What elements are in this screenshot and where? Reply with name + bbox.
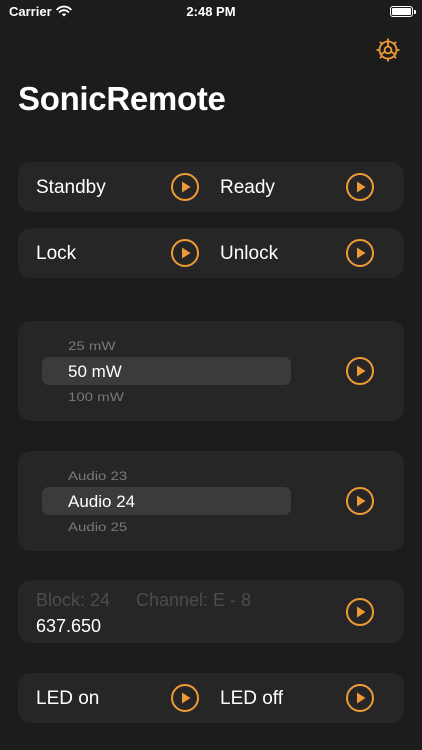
channel-label: Channel: E - 8	[136, 590, 252, 610]
standby-ready-card: Standby Ready	[18, 162, 404, 212]
frequency-value: 637.650	[36, 616, 102, 636]
unlock-play-button[interactable]	[345, 238, 375, 268]
led-off-play-button[interactable]	[345, 683, 375, 713]
power-picker[interactable]: 25 mW 50 mW 100 mW	[18, 321, 318, 421]
play-circle-icon	[346, 173, 374, 201]
block-label: Block: 24	[36, 590, 111, 610]
power-picker-card: 25 mW 50 mW 100 mW	[18, 321, 404, 421]
picker-item-prev[interactable]: Audio 23	[68, 470, 127, 484]
led-off-label: LED off	[220, 688, 284, 709]
unlock-label: Unlock	[220, 243, 279, 264]
standby-label: Standby	[36, 177, 106, 198]
play-circle-icon	[346, 487, 374, 515]
led-card: LED on LED off	[18, 673, 404, 723]
standby-play-button[interactable]	[170, 172, 200, 202]
led-on-label: LED on	[36, 688, 100, 709]
frequency-card: Block: 24 Channel: E - 8 637.650	[18, 580, 404, 643]
lock-play-button[interactable]	[170, 238, 200, 268]
status-time: 2:48 PM	[186, 4, 236, 19]
led-on-play-button[interactable]	[170, 683, 200, 713]
picker-item-selected[interactable]: 50 mW	[68, 362, 122, 382]
ready-play-button[interactable]	[345, 172, 375, 202]
battery-icon	[390, 6, 416, 17]
status-bar: Carrier 2:48 PM	[0, 0, 422, 24]
play-circle-icon	[171, 684, 199, 712]
play-circle-icon	[346, 598, 374, 626]
play-circle-icon	[346, 684, 374, 712]
gear-icon[interactable]	[375, 37, 401, 63]
picker-item-next[interactable]: Audio 25	[68, 521, 127, 535]
picker-item-selected[interactable]: Audio 24	[68, 492, 135, 512]
frequency-play-button[interactable]	[345, 597, 375, 627]
picker-item-next[interactable]: 100 mW	[68, 391, 124, 405]
play-circle-icon	[171, 239, 199, 267]
picker-item-prev[interactable]: 25 mW	[68, 340, 116, 354]
play-circle-icon	[346, 357, 374, 385]
audio-picker-card: Audio 23 Audio 24 Audio 25	[18, 451, 404, 551]
page-title: SonicRemote	[18, 80, 226, 117]
lock-label: Lock	[36, 243, 77, 264]
ready-label: Ready	[220, 177, 275, 198]
play-circle-icon	[346, 239, 374, 267]
play-circle-icon	[171, 173, 199, 201]
audio-picker[interactable]: Audio 23 Audio 24 Audio 25	[18, 451, 318, 551]
power-play-button[interactable]	[345, 356, 375, 386]
lock-unlock-card: Lock Unlock	[18, 228, 404, 278]
audio-play-button[interactable]	[345, 486, 375, 516]
